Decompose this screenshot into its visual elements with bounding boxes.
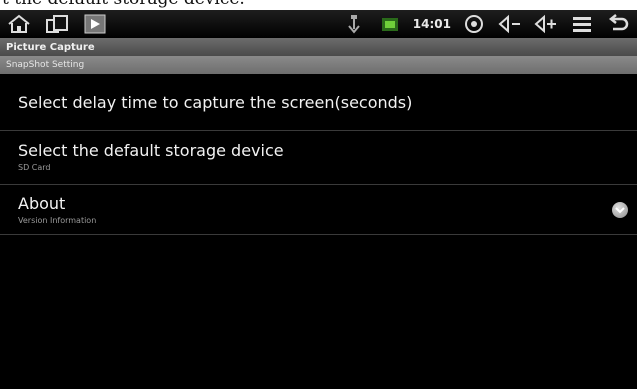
menu-icon[interactable]: [569, 13, 595, 35]
chevron-down-icon[interactable]: [612, 202, 628, 218]
setting-delay-time-title: Select delay time to capture the screen(…: [18, 92, 413, 112]
caption-text: t the default storage device.: [2, 0, 245, 9]
back-icon[interactable]: [605, 13, 631, 35]
usb-icon: [341, 13, 367, 35]
recent-apps-icon[interactable]: [44, 13, 70, 35]
settings-list: Select delay time to capture the screen(…: [0, 74, 637, 389]
home-icon[interactable]: [6, 13, 32, 35]
status-bar: 14:01: [0, 10, 637, 38]
setting-storage-device[interactable]: Select the default storage device SD Car…: [0, 131, 637, 185]
status-clock: 14:01: [412, 17, 451, 31]
setting-about-subtitle: Version Information: [18, 216, 97, 225]
eye-icon[interactable]: [461, 13, 487, 35]
setting-storage-device-value: SD Card: [18, 163, 51, 172]
caption-strip: t the default storage device.: [0, 0, 637, 10]
setting-about[interactable]: About Version Information: [0, 185, 637, 235]
app-title-bar: Picture Capture: [0, 38, 637, 56]
screenshot-icon[interactable]: [82, 13, 108, 35]
volume-down-icon[interactable]: [497, 13, 523, 35]
setting-storage-device-title: Select the default storage device: [18, 141, 284, 160]
volume-up-icon[interactable]: [533, 13, 559, 35]
battery-icon: [377, 13, 403, 35]
section-header: SnapShot Setting: [0, 56, 637, 74]
setting-delay-time[interactable]: Select delay time to capture the screen(…: [0, 74, 637, 131]
section-header-label: SnapShot Setting: [6, 60, 85, 70]
app-title: Picture Capture: [6, 41, 95, 53]
setting-about-title: About: [18, 194, 66, 213]
